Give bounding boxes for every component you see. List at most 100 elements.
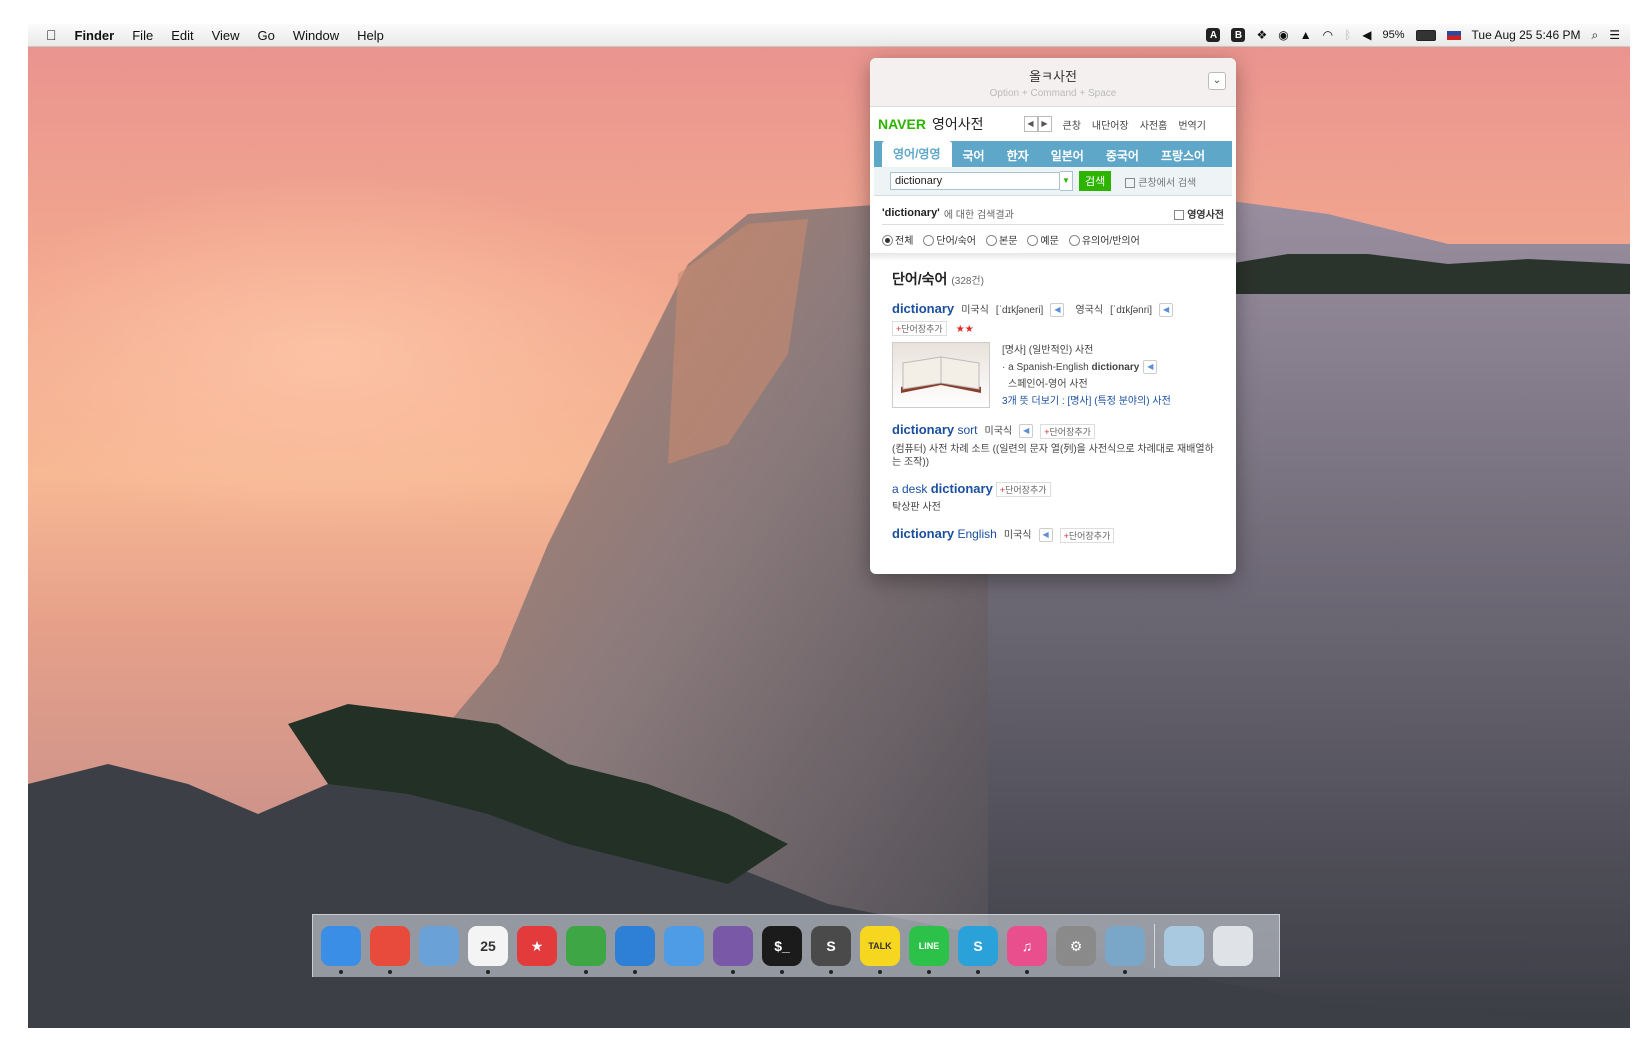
back-arrow-icon[interactable]: ◀ (1023, 116, 1038, 132)
dropbox-icon[interactable]: ❖ (1256, 28, 1267, 42)
dock-icon-label: 25 (480, 938, 496, 954)
line-icon[interactable]: LINE (909, 926, 949, 974)
filter-synonyms[interactable]: 유의어/반의어 (1068, 232, 1140, 247)
add-to-wordbook-button[interactable]: +단어장추가 (892, 321, 947, 337)
speaker-icon[interactable]: ◀ (1050, 303, 1065, 318)
filter-words[interactable]: 단어/숙어 (923, 232, 976, 247)
terminal-icon[interactable]: $_ (762, 926, 802, 974)
battery-percent[interactable]: 95% (1383, 29, 1405, 41)
add-to-wordbook-button[interactable]: +단어장추가 (995, 482, 1051, 498)
menu-window[interactable]: Window (293, 28, 339, 43)
flag-icon[interactable] (1446, 30, 1461, 40)
slides-icon[interactable]: S (958, 926, 998, 974)
tab-hanja[interactable]: 한자 (996, 145, 1040, 167)
filter-row: 전체 단어/숙어 본문 예문 유의어/반의어 (882, 229, 1224, 249)
engeng-toggle[interactable]: 영영사전 (1174, 206, 1224, 221)
add-to-wordbook-button[interactable]: +단어장추가 (1040, 423, 1095, 439)
filter-body[interactable]: 본문 (986, 232, 1017, 247)
definition-block: [명사] (일반적인) 사전 · a Spanish-English dicti… (892, 342, 1214, 410)
kakaotalk-icon[interactable]: TALK (860, 926, 900, 974)
bluetooth-icon[interactable]: ᛒ (1344, 28, 1351, 42)
itunes-icon[interactable]: ♫ (1007, 926, 1047, 974)
menu-go[interactable]: Go (258, 28, 275, 43)
tab-korean[interactable]: 국어 (952, 145, 996, 167)
link-big-window[interactable]: 큰창 (1063, 117, 1081, 132)
search-button[interactable]: 검색 (1079, 171, 1112, 191)
entry-word[interactable]: dictionary (931, 481, 993, 496)
big-window-checkbox[interactable] (1125, 177, 1136, 188)
menu-view[interactable]: View (212, 28, 240, 43)
sublime-icon[interactable]: S (811, 926, 851, 974)
dict-title[interactable]: 영어사전 (932, 114, 984, 134)
clock[interactable]: Tue Aug 25 5:46 PM (1472, 28, 1581, 42)
add-to-wordbook-button[interactable]: +단어장추가 (1059, 527, 1115, 543)
tab-chinese[interactable]: 중국어 (1095, 145, 1150, 167)
bookmarks-icon[interactable]: ★ (517, 926, 557, 966)
entry-word-pre[interactable]: a desk (892, 482, 931, 496)
calendar-icon[interactable]: 25 (468, 926, 508, 974)
running-indicator (780, 970, 784, 974)
entry-word[interactable]: dictionary (892, 422, 954, 437)
notification-icon[interactable]: ▲ (1300, 28, 1312, 42)
speaker-icon[interactable]: ◀ (1159, 303, 1174, 318)
entry-word-rest[interactable]: English (954, 527, 996, 541)
evernote-icon[interactable] (566, 926, 606, 974)
link-my-wordbook[interactable]: 내단어장 (1092, 117, 1129, 132)
menu-file[interactable]: File (132, 28, 153, 43)
tab-japanese[interactable]: 일본어 (1040, 145, 1095, 167)
popup-menu-button[interactable]: ⌄ (1208, 72, 1226, 90)
tab-english[interactable]: 영어/영영 (882, 141, 952, 167)
list-item: dictionary 미국식 [ˈdɪkʃəneri] ◀ 영국식 [ˈdɪkʃ… (892, 301, 1214, 410)
volume-icon[interactable]: ◀ (1362, 28, 1371, 42)
dictionary-book-image[interactable] (892, 342, 990, 409)
menu-help[interactable]: Help (357, 28, 384, 43)
link-dict-home[interactable]: 사전홈 (1140, 117, 1168, 132)
dict2-icon[interactable]: B (1231, 28, 1246, 42)
dict-icon[interactable]: A (1206, 28, 1221, 42)
speaker-icon[interactable]: ◀ (1019, 424, 1034, 439)
search-in-big-window[interactable]: 큰창에서 검색 (1125, 174, 1196, 189)
entry-word-rest[interactable]: sort (954, 423, 977, 437)
entry-word[interactable]: dictionary (892, 301, 954, 316)
preview-icon[interactable] (419, 926, 459, 966)
eye-icon[interactable]: ◉ (1278, 28, 1288, 42)
speaker-icon[interactable]: ◀ (1038, 528, 1053, 543)
tab-french[interactable]: 프랑스어 (1150, 145, 1216, 167)
filter-all[interactable]: 전체 (882, 232, 913, 247)
desktop:  Finder File Edit View Go Window Help A… (28, 24, 1630, 1028)
notification-center-icon[interactable]: ☰ (1609, 28, 1620, 42)
speaker-icon[interactable]: ◀ (1143, 360, 1158, 375)
filter-examples[interactable]: 예문 (1027, 232, 1059, 247)
entry-word[interactable]: dictionary (892, 526, 954, 541)
xcode-icon[interactable] (615, 926, 655, 974)
add-label: 단어장추가 (901, 324, 943, 335)
image-viewer-icon[interactable] (1105, 926, 1145, 974)
engeng-checkbox[interactable] (1174, 209, 1185, 220)
battery-icon[interactable] (1415, 29, 1436, 41)
trash-icon[interactable] (1213, 926, 1253, 966)
spotlight-search-icon[interactable]: ⌕ (1592, 28, 1599, 43)
chrome-icon[interactable] (370, 926, 410, 974)
link-translator[interactable]: 번역기 (1178, 117, 1206, 132)
dock-icon-label: $_ (774, 938, 790, 954)
dock-separator (1154, 924, 1155, 968)
naver-logo[interactable]: NAVER (878, 116, 926, 132)
section-count: (328건) (951, 276, 984, 287)
wifi-icon[interactable]: ◠ (1323, 28, 1333, 42)
search-input[interactable] (890, 172, 1060, 190)
dictionary-popup: 올ㅋ사전 Option + Command + Space ⌄ NAVER 영어… (870, 58, 1236, 574)
github-icon[interactable] (713, 926, 753, 974)
running-indicator (1025, 970, 1029, 974)
finder-icon[interactable] (321, 926, 361, 974)
downloads-folder-icon[interactable] (1164, 926, 1204, 966)
app-name-menu[interactable]: Finder (75, 28, 115, 43)
xcode-beta-icon[interactable] (664, 926, 704, 966)
dock-icon-label: LINE (918, 941, 940, 951)
history-nav: ◀ ▶ (1023, 116, 1052, 132)
forward-arrow-icon[interactable]: ▶ (1037, 116, 1052, 132)
system-preferences-icon[interactable]: ⚙ (1056, 926, 1096, 966)
apple-menu-icon[interactable]:  (46, 27, 57, 43)
search-history-dropdown[interactable]: ▼ (1060, 171, 1073, 191)
menu-edit[interactable]: Edit (171, 28, 193, 43)
more-meanings-link[interactable]: 3개 뜻 더보기 : [명사] (특정 분야의) 사전 (1002, 393, 1171, 410)
